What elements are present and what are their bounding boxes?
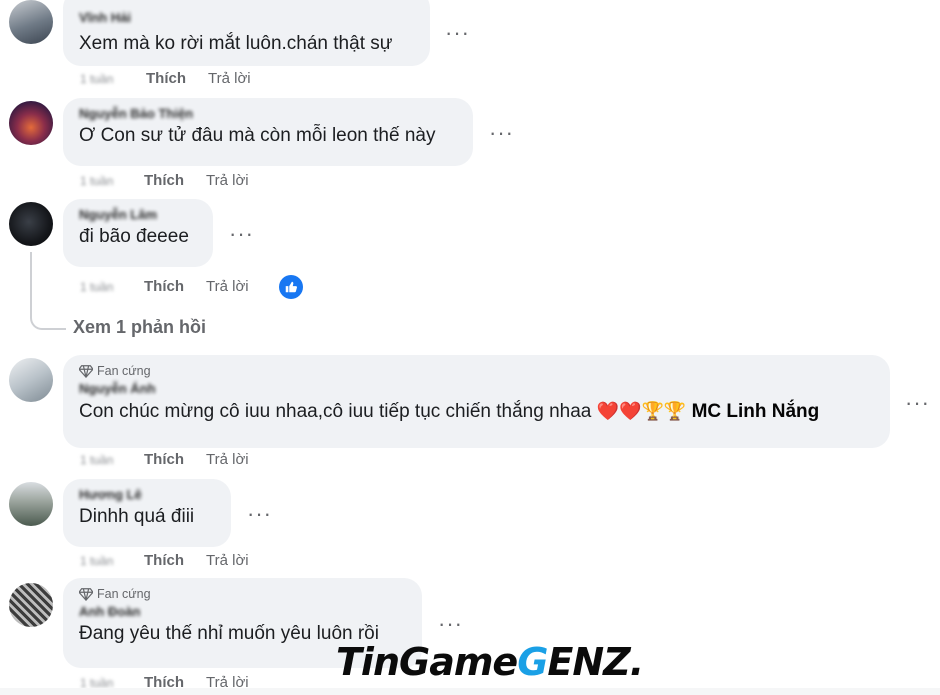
comment-author[interactable]: Nguyễn Ánh — [79, 381, 874, 397]
comment-text: Dinhh quá điii — [79, 506, 195, 527]
more-options-icon[interactable]: ··· — [247, 503, 272, 525]
comment-bubble: Nguyễn Bảo Thiện Ơ Con sư tử đâu mà còn … — [63, 98, 473, 166]
watermark-part-2: G — [517, 640, 548, 684]
avatar[interactable] — [9, 358, 53, 402]
comment-time[interactable]: 1 tuần — [80, 554, 124, 568]
diamond-icon — [79, 588, 93, 601]
comment-bubble: Fan cứng Nguyễn Ánh Con chúc mừng cô iuu… — [63, 355, 890, 448]
more-options-icon[interactable]: ··· — [229, 223, 254, 245]
comment-author[interactable]: Nguyễn Bảo Thiện — [79, 106, 457, 122]
like-button[interactable]: Thích — [146, 70, 186, 87]
avatar[interactable] — [9, 202, 53, 246]
bottom-edge — [0, 688, 940, 695]
avatar[interactable] — [9, 101, 53, 145]
comment-text: đi bão đeeee — [79, 226, 189, 247]
comment-text-body: Con chúc mừng cô iuu nhaa,cô iuu tiếp tụ… — [79, 401, 592, 422]
comment-actions: 1 tuần Thích Trả lời — [80, 172, 249, 189]
view-replies-link[interactable]: Xem 1 phản hồi — [73, 317, 206, 338]
reply-button[interactable]: Trả lời — [206, 278, 249, 295]
like-button[interactable]: Thích — [144, 278, 184, 295]
fan-badge: Fan cứng — [79, 586, 406, 602]
more-options-icon[interactable]: ··· — [438, 613, 463, 635]
avatar[interactable] — [9, 482, 53, 526]
badge-label: Fan cứng — [97, 587, 151, 601]
reply-button[interactable]: Trả lời — [208, 70, 251, 87]
like-button[interactable]: Thích — [144, 552, 184, 569]
comment-time[interactable]: 1 tuần — [80, 453, 124, 467]
like-button[interactable]: Thích — [144, 172, 184, 189]
comment-text: Ơ Con sư tử đâu mà còn mỗi leon thế này — [79, 125, 436, 146]
comment-actions: 1 tuần Thích Trả lời — [80, 70, 251, 87]
emoji-row: ❤️❤️🏆🏆 — [596, 401, 687, 421]
comment-author[interactable]: Nguyễn Lâm — [79, 207, 197, 223]
more-options-icon[interactable]: ··· — [445, 22, 470, 44]
comment-author[interactable]: Anh Đoàn — [79, 604, 406, 620]
comment-time[interactable]: 1 tuần — [80, 280, 124, 294]
comment-actions: 1 tuần Thích Trả lời — [80, 451, 249, 468]
comment-time[interactable]: 1 tuần — [80, 174, 124, 188]
reply-button[interactable]: Trả lời — [206, 172, 249, 189]
comment-bubble: Hương Lê Dinhh quá điii — [63, 479, 231, 547]
reply-button[interactable]: Trả lời — [206, 552, 249, 569]
comment-text: Xem mà ko rời mắt luôn.chán thật sự — [79, 33, 393, 54]
watermark-part-1: TinGame — [336, 640, 518, 684]
more-options-icon[interactable]: ··· — [905, 392, 930, 414]
more-options-icon[interactable]: ··· — [489, 122, 514, 144]
mention-link[interactable]: MC Linh Nắng — [692, 401, 820, 422]
thread-connector — [30, 252, 66, 330]
comment-author[interactable]: Hương Lê — [79, 487, 215, 503]
diamond-icon — [79, 365, 93, 378]
comment-time[interactable]: 1 tuần — [80, 72, 124, 86]
fan-badge: Fan cứng — [79, 363, 874, 379]
watermark-part-3: ENZ. — [547, 640, 644, 684]
reply-button[interactable]: Trả lời — [206, 451, 249, 468]
comment-author[interactable]: Vĩnh Hải — [79, 10, 414, 26]
comment-actions: 1 tuần Thích Trả lời — [80, 278, 249, 295]
avatar[interactable] — [9, 583, 53, 627]
avatar[interactable] — [9, 0, 53, 44]
like-reaction-icon[interactable] — [279, 275, 303, 299]
like-button[interactable]: Thích — [144, 451, 184, 468]
comment-text: Con chúc mừng cô iuu nhaa,cô iuu tiếp tụ… — [79, 399, 874, 424]
watermark-logo: TinGameGENZ. — [336, 640, 644, 684]
comment-bubble: Vĩnh Hải Xem mà ko rời mắt luôn.chán thậ… — [63, 0, 430, 66]
comment-bubble: Nguyễn Lâm đi bão đeeee — [63, 199, 213, 267]
comment-actions: 1 tuần Thích Trả lời — [80, 552, 249, 569]
badge-label: Fan cứng — [97, 364, 151, 378]
